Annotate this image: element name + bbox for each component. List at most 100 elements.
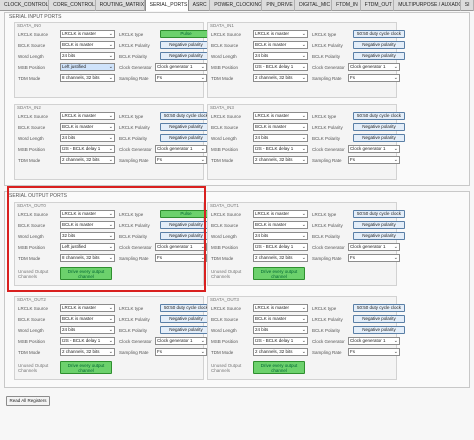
tab-multipurpose-auxadc[interactable]: MULTIPURPOSE / AUXADC: [394, 0, 461, 11]
bclk-polarity-button[interactable]: Negative polarity: [160, 326, 212, 334]
select-sampling-rate[interactable]: Fs ⌄: [348, 348, 400, 356]
tab-routing-matrix[interactable]: ROUTING_MATRIX: [96, 0, 145, 11]
select-lrclk-source[interactable]: LRCLK is master ⌄: [60, 304, 115, 312]
select-clock-generator[interactable]: Clock generator 1 ⌄: [348, 63, 400, 71]
select-value: Clock generator 1: [157, 64, 193, 69]
field-row: Word Length 24 bits ⌄ BCLK Polarity Negative…: [208, 134, 405, 143]
select-lrclk-source[interactable]: LRCLK is master ⌄: [60, 112, 115, 120]
lrclk-type-button[interactable]: 50:50 duty cycle clock: [353, 304, 405, 312]
port-panel: SDATA_OUT2 LRCLK Source LRCLK is master ⌄ LR…: [14, 296, 212, 380]
select-tdm-mode[interactable]: 8 channels, 32 bits ⌄: [60, 74, 115, 82]
select-bclk-source[interactable]: BCLK is master ⌄: [253, 315, 308, 323]
tab-ftdm-out[interactable]: FTDM_OUT: [361, 0, 395, 11]
select-word-length[interactable]: 24 bits ⌄: [60, 134, 115, 142]
select-lrclk-source[interactable]: LRCLK is master ⌄: [253, 304, 308, 312]
select-word-length[interactable]: 24 bits ⌄: [253, 326, 308, 334]
select-word-length[interactable]: 24 bits ⌄: [60, 326, 115, 334]
select-bclk-source[interactable]: BCLK is master ⌄: [60, 123, 115, 131]
select-value: LRCLK is master: [255, 31, 290, 36]
lrclk-polarity-button[interactable]: Negative polarity: [353, 41, 405, 49]
lrclk-polarity-button[interactable]: Negative polarity: [160, 41, 212, 49]
chevron-down-icon: ⌄: [301, 42, 306, 48]
select-word-length[interactable]: 24 bits ⌄: [60, 52, 115, 60]
bclk-polarity-button[interactable]: Negative polarity: [353, 52, 405, 60]
lrclk-type-button[interactable]: 50:50 duty cycle clock: [160, 112, 212, 120]
field-label: BCLK Polarity: [119, 328, 148, 333]
bclk-polarity-button[interactable]: Negative polarity: [353, 232, 405, 240]
select-lrclk-source[interactable]: LRCLK is master ⌄: [253, 30, 308, 38]
select-tdm-mode[interactable]: 2 channels, 32 bits ⌄: [60, 156, 115, 164]
lrclk-polarity-button[interactable]: Negative polarity: [353, 221, 405, 229]
select-word-length[interactable]: 24 bits ⌄: [253, 134, 308, 142]
select-word-length[interactable]: 24 bits ⌄: [253, 52, 308, 60]
select-bclk-source[interactable]: BCLK is master ⌄: [253, 123, 308, 131]
select-tdm-mode[interactable]: 2 channels, 32 bits ⌄: [253, 348, 308, 356]
field-label: BCLK Source: [18, 43, 46, 48]
select-clock-generator[interactable]: Clock generator 1 ⌄: [155, 337, 207, 345]
read-all-registers-button[interactable]: Read All Registers: [6, 396, 50, 406]
select-bclk-source[interactable]: BCLK is master ⌄: [60, 315, 115, 323]
field-row: LRCLK Source LRCLK is master ⌄ LRCLK type 50…: [15, 112, 212, 121]
bclk-polarity-button[interactable]: Negative polarity: [353, 134, 405, 142]
select-word-length[interactable]: 24 bits ⌄: [253, 232, 308, 240]
select-clock-generator[interactable]: Clock generator 1 ⌄: [348, 337, 400, 345]
lrclk-polarity-button[interactable]: Negative polarity: [160, 315, 212, 323]
select-lrclk-source[interactable]: LRCLK is master ⌄: [253, 210, 308, 218]
drive-every-output-button[interactable]: Drive every output channel: [253, 361, 305, 374]
chevron-down-icon: ⌄: [200, 146, 205, 152]
select-msb-position[interactable]: I2S - BCLK delay 1 ⌄: [253, 243, 308, 251]
field-label: Clock Generator: [312, 339, 345, 344]
select-sampling-rate[interactable]: Fs ⌄: [348, 74, 400, 82]
lrclk-type-button[interactable]: 50:50 duty cycle clock: [160, 304, 212, 312]
lrclk-type-button[interactable]: 50:50 duty cycle clock: [353, 210, 405, 218]
select-clock-generator[interactable]: Clock generator 1 ⌄: [155, 63, 207, 71]
select-msb-position[interactable]: I2S - BCLK delay 1 ⌄: [60, 145, 115, 153]
tab-power-clocking[interactable]: POWER_CLOCKING: [210, 0, 263, 11]
lrclk-polarity-button[interactable]: Negative polarity: [353, 315, 405, 323]
select-sampling-rate[interactable]: Fs ⌄: [155, 156, 207, 164]
tab-si[interactable]: SI: [461, 0, 474, 11]
select-msb-position[interactable]: I2S - BCLK delay 1 ⌄: [253, 63, 308, 71]
select-sampling-rate[interactable]: Fs ⌄: [348, 254, 400, 262]
lrclk-type-button[interactable]: 50:50 duty cycle clock: [353, 112, 405, 120]
select-tdm-mode[interactable]: 2 channels, 32 bits ⌄: [60, 348, 115, 356]
select-bclk-source[interactable]: BCLK is master ⌄: [60, 41, 115, 49]
lrclk-polarity-button[interactable]: Negative polarity: [160, 123, 212, 131]
select-sampling-rate[interactable]: Fs ⌄: [155, 74, 207, 82]
tab-clock-control[interactable]: CLOCK_CONTROL: [0, 0, 50, 11]
select-sampling-rate[interactable]: Fs ⌄: [348, 156, 400, 164]
select-bclk-source[interactable]: BCLK is master ⌄: [253, 41, 308, 49]
tab-serial-ports[interactable]: SERIAL_PORTS: [144, 0, 189, 11]
select-msb-position[interactable]: Left justified ⌄: [60, 63, 115, 71]
field-row: MSB Position Left justified ⌄ Clock Generat…: [15, 63, 207, 72]
select-msb-position[interactable]: I2S - BCLK delay 1 ⌄: [253, 337, 308, 345]
bclk-polarity-button[interactable]: Negative polarity: [353, 326, 405, 334]
tab-digital-mic[interactable]: DIGITAL_MIC: [295, 0, 333, 11]
drive-every-output-button[interactable]: Drive every output channel: [253, 267, 305, 280]
tab-pin-drive[interactable]: PIN_DRIVE: [262, 0, 296, 11]
select-clock-generator[interactable]: Clock generator 1 ⌄: [348, 145, 400, 153]
select-lrclk-source[interactable]: LRCLK is master ⌄: [253, 112, 308, 120]
bclk-polarity-button[interactable]: Negative polarity: [160, 52, 212, 60]
field-label: Word Length: [211, 54, 237, 59]
select-tdm-mode[interactable]: 2 channels, 32 bits ⌄: [253, 254, 308, 262]
select-sampling-rate[interactable]: Fs ⌄: [155, 348, 207, 356]
lrclk-type-button[interactable]: 50:50 duty cycle clock: [353, 30, 405, 38]
field-label: BCLK Polarity: [312, 234, 341, 239]
lrclk-polarity-button[interactable]: Negative polarity: [353, 123, 405, 131]
bclk-polarity-button[interactable]: Negative polarity: [160, 134, 212, 142]
select-tdm-mode[interactable]: 2 channels, 32 bits ⌄: [253, 156, 308, 164]
tab-ftdm-in[interactable]: FTDM_IN: [332, 0, 361, 11]
drive-every-output-button[interactable]: Drive every output channel: [60, 361, 112, 374]
tab-core-control[interactable]: CORE_CONTROL: [49, 0, 96, 11]
select-msb-position[interactable]: I2S - BCLK delay 1 ⌄: [60, 337, 115, 345]
select-clock-generator[interactable]: Clock generator 1 ⌄: [155, 145, 207, 153]
tab-asrc[interactable]: ASRC: [189, 0, 211, 11]
select-bclk-source[interactable]: BCLK is master ⌄: [253, 221, 308, 229]
field-label: LRCLK type: [119, 306, 144, 311]
select-lrclk-source[interactable]: LRCLK is master ⌄: [60, 30, 115, 38]
select-tdm-mode[interactable]: 2 channels, 32 bits ⌄: [253, 74, 308, 82]
lrclk-type-button[interactable]: Pulse: [160, 30, 212, 38]
select-msb-position[interactable]: I2S - BCLK delay 1 ⌄: [253, 145, 308, 153]
select-clock-generator[interactable]: Clock generator 1 ⌄: [348, 243, 400, 251]
